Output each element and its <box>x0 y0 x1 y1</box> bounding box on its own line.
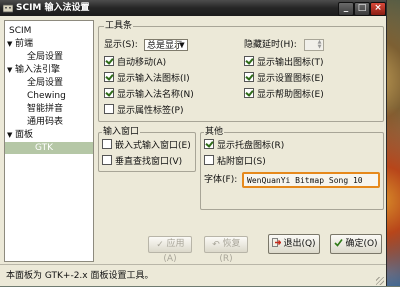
apply-button[interactable]: ✓ 应用(A) <box>148 236 192 264</box>
checkbox-label: 自动移动(A) <box>117 58 167 68</box>
tree-item-label: 面板 <box>15 130 34 140</box>
group-title: 输入窗口 <box>102 127 141 137</box>
button-label: 恢复(R) <box>219 239 241 264</box>
checkbox-label: 显示托盘图标(R) <box>217 141 285 151</box>
chevron-down-icon: ▼ <box>176 40 187 50</box>
show-im-name-checkbox[interactable]: 显示输入法名称(N) <box>104 88 194 100</box>
checkbox-label: 显示设置图标(E) <box>257 74 324 84</box>
group-title: 工具条 <box>104 21 134 31</box>
settings-panel: 工具条 显示(S): 总是显示 ▼ 隐藏延时(H): ▲ ▼ 自动移动(A) 显示… <box>96 20 384 232</box>
close-button[interactable]: × <box>370 2 386 16</box>
show-help-icon-checkbox[interactable]: 显示帮助图标(E) <box>244 88 324 100</box>
checkbox-label: 显示输出图标(T) <box>257 58 324 68</box>
tree-item-scim[interactable]: SCIM <box>9 25 31 37</box>
checkbox-label: 垂直查找窗口(V) <box>115 157 183 167</box>
tree-item-chewing[interactable]: Chewing <box>27 90 66 102</box>
tree-item-label: 通用码表 <box>27 117 64 127</box>
button-label: 确定(O) <box>345 239 378 249</box>
checkbox-icon[interactable] <box>104 56 114 66</box>
checkbox-icon[interactable] <box>104 104 114 114</box>
vertical-lookup-checkbox[interactable]: 垂直查找窗口(V) <box>102 155 182 167</box>
checkbox-icon[interactable] <box>104 72 114 82</box>
exit-button[interactable]: 退出(Q) <box>268 234 320 254</box>
checkbox-icon[interactable] <box>204 155 214 165</box>
button-label: 退出(Q) <box>283 239 316 249</box>
checkbox-icon[interactable] <box>204 139 214 149</box>
check-icon: ✓ <box>156 240 164 250</box>
sticky-window-checkbox[interactable]: 粘附窗口(S) <box>204 155 266 167</box>
tree-item-panel[interactable]: ▼ 面板 <box>7 129 33 141</box>
checkbox-label: 显示输入法图标(I) <box>117 74 190 84</box>
checkbox-label: 显示输入法名称(N) <box>117 90 194 100</box>
window-title: SCIM 输入法设置 <box>16 3 90 13</box>
checkbox-label: 显示帮助图标(E) <box>257 90 324 100</box>
tree-item-table[interactable]: 通用码表 <box>27 116 63 128</box>
checkbox-icon[interactable] <box>102 139 112 149</box>
tree-item-frontend[interactable]: ▼ 前端 <box>7 38 33 50</box>
tree-item-label: GTK <box>35 143 54 153</box>
resize-grip[interactable] <box>376 277 384 285</box>
checkbox-icon[interactable] <box>104 88 114 98</box>
confirm-button[interactable]: 确定(O) <box>330 234 382 254</box>
confirm-icon <box>334 239 344 247</box>
tree-item-label: Chewing <box>27 91 66 101</box>
autohide-delay-spinner: ▲ ▼ <box>304 39 324 51</box>
category-tree[interactable]: SCIM ▼ 前端 全局设置 ▼ 输入法引擎 全局设置 Chewing 智能拼音 通… <box>4 20 94 262</box>
checkbox-icon[interactable] <box>244 72 254 82</box>
show-prop-label-checkbox[interactable]: 显示属性标签(P) <box>104 104 183 116</box>
tree-item-label: 输入法引擎 <box>15 65 61 75</box>
show-setup-icon-checkbox[interactable]: 显示设置图标(E) <box>244 72 324 84</box>
tree-item-label: 全局设置 <box>27 78 64 88</box>
button-label: 应用(A) <box>163 239 185 264</box>
show-mode-select[interactable]: 总是显示 ▼ <box>144 39 188 51</box>
font-label: 字体(F): <box>204 175 238 185</box>
status-text: 本面板为 GTK+-2.x 面板设置工具。 <box>6 271 154 281</box>
settings-window: SCIM 输入法设置 _ □ × SCIM ▼ 前端 全局设置 ▼ 输入法引擎 全局… <box>0 0 387 286</box>
spin-arrows-icon: ▲ ▼ <box>317 39 322 50</box>
tree-item-smart-pinyin[interactable]: 智能拼音 <box>27 103 63 115</box>
tree-item-label: 智能拼音 <box>27 104 64 114</box>
checkbox-icon[interactable] <box>102 155 112 165</box>
exit-icon <box>272 238 282 247</box>
tree-item-gtk[interactable]: GTK <box>5 142 93 154</box>
title-bar[interactable]: SCIM 输入法设置 _ □ × <box>0 0 386 16</box>
embedded-lookup-checkbox[interactable]: 嵌入式输入窗口(E) <box>102 139 191 151</box>
expanded-arrow-icon[interactable]: ▼ <box>7 64 15 76</box>
checkbox-icon[interactable] <box>244 88 254 98</box>
minimize-button[interactable]: _ <box>338 2 354 16</box>
tree-item-label: 全局设置 <box>27 52 64 62</box>
tree-item-label: 前端 <box>15 39 34 49</box>
tree-item-frontend-global[interactable]: 全局设置 <box>27 51 63 63</box>
show-label: 显示(S): <box>104 40 138 50</box>
tree-item-imengine-global[interactable]: 全局设置 <box>27 77 63 89</box>
show-output-icon-checkbox[interactable]: 显示输出图标(T) <box>244 56 324 68</box>
tree-item-label: SCIM <box>9 26 32 36</box>
group-title: 其他 <box>204 127 225 137</box>
checkbox-label: 粘附窗口(S) <box>217 157 266 167</box>
font-select-button[interactable]: WenQuanYi Bitmap Song 10 <box>242 172 380 188</box>
undo-icon: ↶ <box>212 240 220 250</box>
status-bar: 本面板为 GTK+-2.x 面板设置工具。 <box>0 264 386 287</box>
tree-item-imengine[interactable]: ▼ 输入法引擎 <box>7 64 60 76</box>
show-tray-icon-checkbox[interactable]: 显示托盘图标(R) <box>204 139 284 151</box>
auto-move-checkbox[interactable]: 自动移动(A) <box>104 56 166 68</box>
maximize-button[interactable]: □ <box>354 2 370 16</box>
checkbox-label: 嵌入式输入窗口(E) <box>115 141 191 151</box>
expanded-arrow-icon[interactable]: ▼ <box>7 38 15 50</box>
keyboard-icon <box>3 4 13 13</box>
autohide-label: 隐藏延时(H): <box>244 40 297 50</box>
checkbox-label: 显示属性标签(P) <box>117 106 184 116</box>
expanded-arrow-icon[interactable]: ▼ <box>7 129 15 141</box>
restore-button[interactable]: ↶ 恢复(R) <box>204 236 248 264</box>
checkbox-icon[interactable] <box>244 56 254 66</box>
show-im-icon-checkbox[interactable]: 显示输入法图标(I) <box>104 72 190 84</box>
